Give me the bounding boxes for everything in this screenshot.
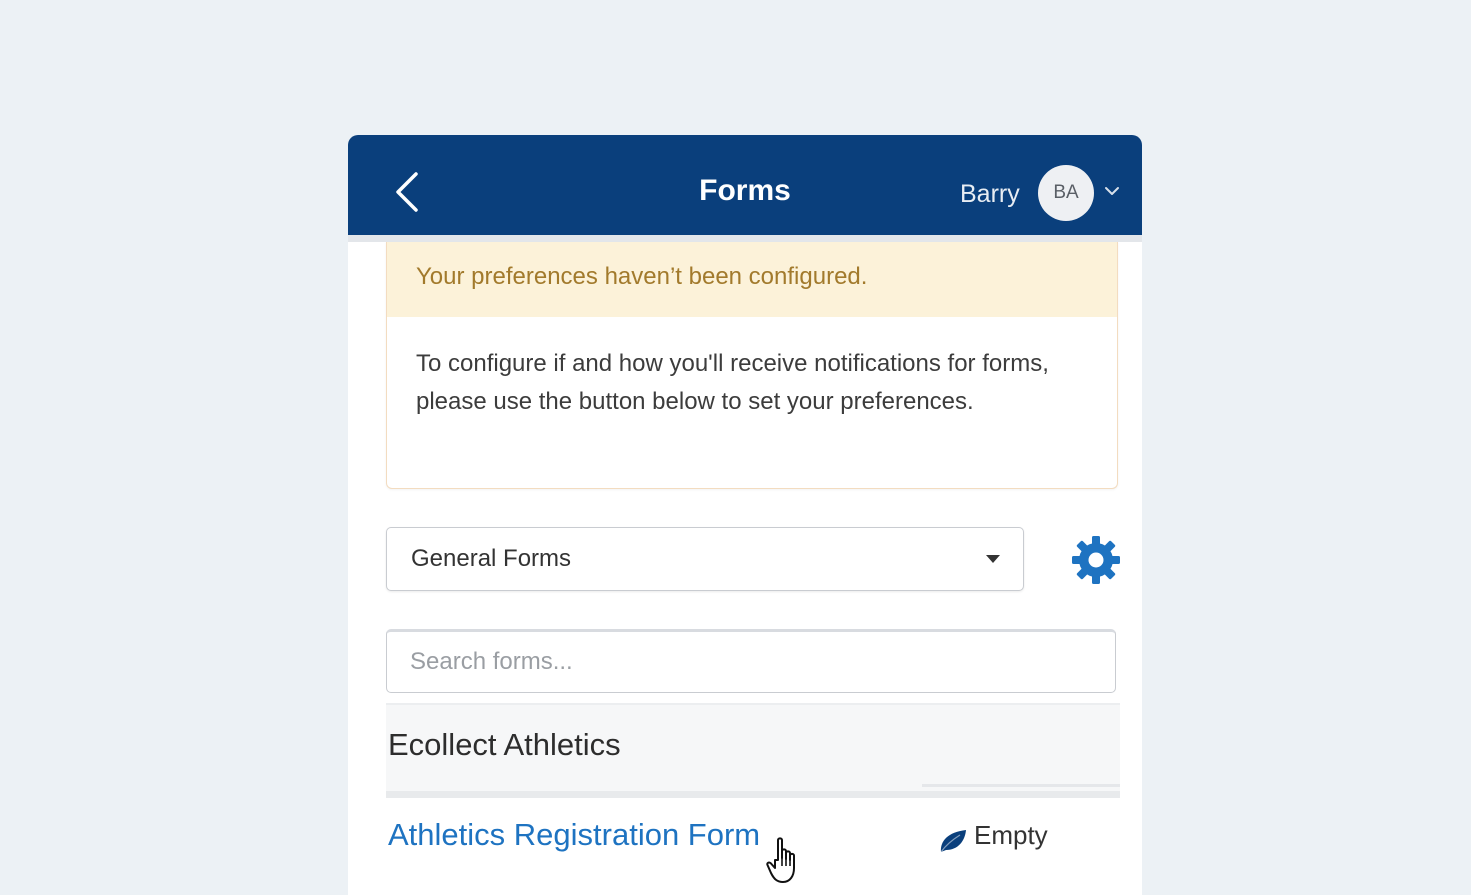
hand-pointer-icon [766, 837, 795, 883]
form-category-select[interactable]: General Forms [386, 527, 1024, 591]
gear-icon[interactable] [1070, 534, 1122, 586]
chevron-down-icon[interactable] [1104, 185, 1120, 197]
section-title: Ecollect Athletics [388, 727, 621, 762]
alert-message: To configure if and how you'll receive n… [416, 350, 1049, 415]
app-header: Forms Barry BA [348, 135, 1142, 235]
search-forms-input[interactable] [386, 629, 1116, 693]
leaf-icon [940, 830, 966, 853]
alert-header: Your preferences haven’t been configured… [387, 242, 1117, 317]
user-name[interactable]: Barry [960, 179, 1020, 209]
form-link[interactable]: Athletics Registration Form [388, 817, 760, 853]
form-category-value: General Forms [411, 545, 572, 572]
forms-panel: Forms Barry BA Your preferences haven’t … [348, 135, 1142, 895]
preferences-alert: Your preferences haven’t been configured… [386, 242, 1118, 489]
avatar[interactable]: BA [1038, 165, 1094, 221]
row-divider [922, 784, 1120, 787]
alert-title: Your preferences haven’t been configured… [416, 263, 868, 290]
status-badge: Empty [974, 820, 1048, 850]
header-shadow [348, 235, 1142, 242]
caret-down-icon [986, 555, 1000, 563]
page-title: Forms [699, 174, 791, 207]
